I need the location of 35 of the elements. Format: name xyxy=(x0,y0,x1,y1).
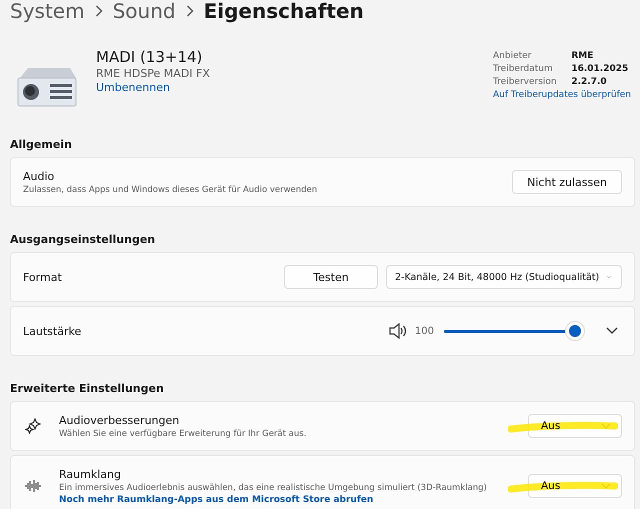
breadcrumb-item: Eigenschaften xyxy=(204,0,364,23)
info-label: Anbieter xyxy=(493,51,532,61)
section-title: Ausgangseinstellungen xyxy=(10,233,156,247)
rename-link[interactable]: Umbenennen xyxy=(96,81,210,94)
disallow-button[interactable]: Nicht zulassen xyxy=(512,170,622,194)
setting-description: Zulassen, dass Apps und Windows dieses Gerät für Audio verwenden xyxy=(23,184,318,194)
breadcrumb-item[interactable]: System xyxy=(10,0,85,23)
sparkle-icon xyxy=(25,418,41,434)
info-label: Treiberversion xyxy=(493,77,558,87)
setting-title: Raumklang xyxy=(59,468,122,480)
breadcrumb-item[interactable]: Sound xyxy=(112,0,176,23)
format-dropdown[interactable]: 2-Kanäle, 24 Bit, 48000 Hz (Studioqualität) xyxy=(386,265,622,289)
info-label: Treiberdatum xyxy=(493,64,554,74)
info-value: 2.2.7.0 xyxy=(571,77,608,87)
chevron-down-icon[interactable] xyxy=(606,327,618,335)
section-title: Erweiterte Einstellungen xyxy=(10,382,165,396)
setting-description: Ein immersives Audioerlebnis auswählen, das eine realistische Umgebung simuliert (3D-Raumklang) xyxy=(59,482,487,492)
info-value: RME xyxy=(571,51,594,61)
device-name: MADI (13+14) xyxy=(96,48,204,66)
sound-wave-icon xyxy=(25,478,41,494)
setting-title: Audioverbesserungen xyxy=(59,414,180,426)
test-button[interactable]: Testen xyxy=(284,265,378,289)
store-link[interactable]: Noch mehr Raumklang-Apps aus dem Microsoft Store abrufen xyxy=(59,494,487,504)
info-value: 16.01.2025 xyxy=(571,64,630,74)
device-model: RME HDSPe MADI FX xyxy=(96,67,210,80)
setting-title: Format xyxy=(23,270,62,284)
setting-description: Wählen Sie eine verfügbare Erweiterung für Ihr Gerät aus. xyxy=(59,428,306,438)
setting-title: Lautstärke xyxy=(23,324,82,338)
chevron-right-icon xyxy=(186,5,194,17)
driver-update-link[interactable]: Auf Treiberupdates überprüfen xyxy=(493,90,631,100)
chevron-right-icon xyxy=(94,5,103,17)
volume-reading: 100 xyxy=(414,326,434,336)
section-title: Allgemein xyxy=(10,138,73,152)
setting-title: Audio xyxy=(23,170,56,182)
speaker-icon xyxy=(388,323,407,339)
